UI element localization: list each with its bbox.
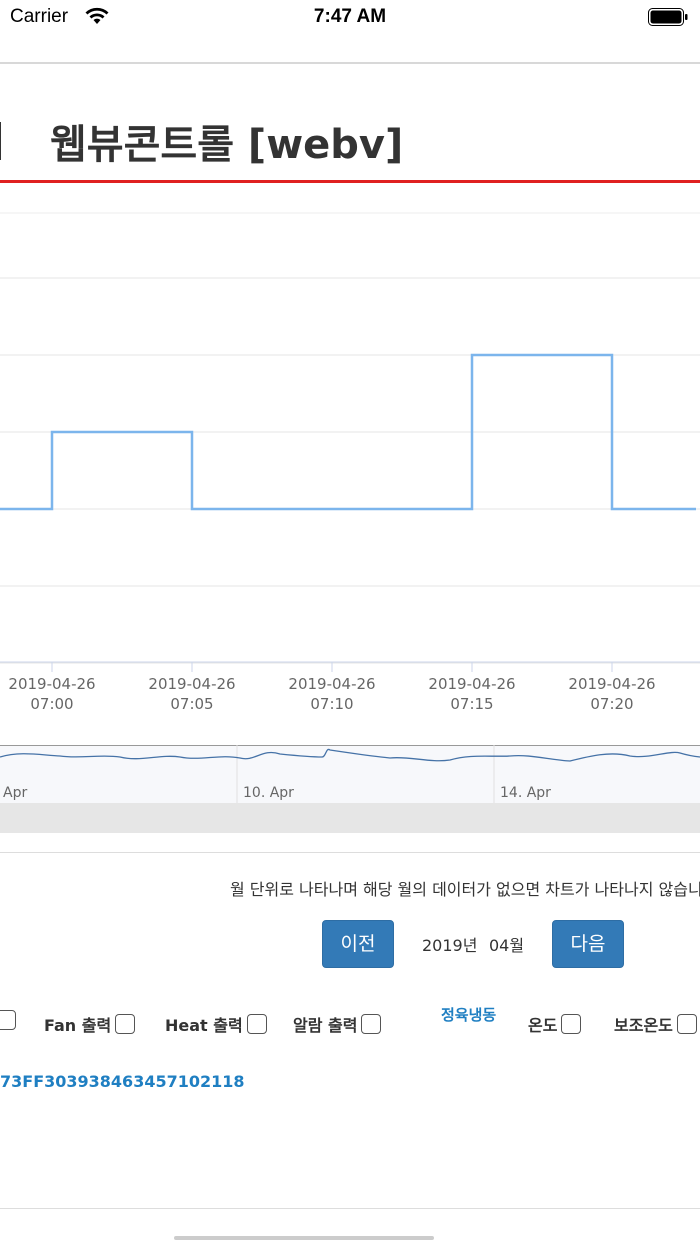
x-tick-label-date: 2019-04-26 xyxy=(428,675,515,693)
heat-checkbox[interactable] xyxy=(246,1014,267,1034)
x-axis-ticks: 2019-04-26 07:00 2019-04-26 07:05 2019-04-26… xyxy=(8,662,656,713)
x-tick-label-time: 07:15 xyxy=(450,695,493,713)
fan-option: Fan 출력 xyxy=(44,1012,136,1036)
heat-option: Heat 출력 xyxy=(165,1012,267,1036)
x-tick-label-time: 07:10 xyxy=(310,695,353,713)
x-tick-label-date: 2019-04-26 xyxy=(8,675,95,693)
partial-checkbox[interactable] xyxy=(0,1010,16,1030)
menu-edge[interactable] xyxy=(0,122,1,160)
step-line-chart[interactable]: 2019-04-26 07:00 2019-04-26 07:05 2019-04-26… xyxy=(0,190,700,730)
alarm-option: 알람 출력 xyxy=(293,1012,382,1036)
temp-option: 온도 xyxy=(528,1012,582,1036)
alarm-label: 알람 출력 xyxy=(293,1016,358,1035)
header-top-border xyxy=(0,62,700,64)
navigator-label: Apr xyxy=(3,785,27,801)
navigator-label: 14. Apr xyxy=(500,785,551,801)
aux-temp-checkbox[interactable] xyxy=(676,1014,697,1034)
fan-checkbox[interactable] xyxy=(115,1014,136,1034)
x-tick-label-date: 2019-04-26 xyxy=(148,675,235,693)
month-label: 04월 xyxy=(489,936,525,955)
device-serial-link[interactable]: 73FF303938463457102118 xyxy=(0,1072,245,1091)
aux-temp-option: 보조온도 xyxy=(614,1012,697,1036)
x-tick-label-date: 2019-04-26 xyxy=(288,675,375,693)
alarm-checkbox[interactable] xyxy=(361,1014,382,1034)
chart-gridlines xyxy=(0,212,700,664)
temp-label: 온도 xyxy=(528,1016,558,1035)
x-tick-label-date: 2019-04-26 xyxy=(568,675,655,693)
category-label: 정육냉동 xyxy=(441,1006,497,1024)
next-month-button[interactable]: 다음 xyxy=(552,920,624,968)
x-tick-label-time: 07:05 xyxy=(170,695,213,713)
section-divider xyxy=(0,852,700,853)
status-bar: Carrier 7:47 AM xyxy=(0,0,700,38)
home-indicator xyxy=(174,1236,434,1240)
clock: 7:47 AM xyxy=(313,6,387,27)
prev-month-button[interactable]: 이전 xyxy=(322,920,394,968)
year-label: 2019년 xyxy=(422,936,478,955)
chart-navigator[interactable]: Apr 10. Apr 14. Apr xyxy=(0,745,700,835)
title-underline xyxy=(0,180,700,183)
fan-label: Fan 출력 xyxy=(44,1016,112,1035)
aux-temp-label: 보조온도 xyxy=(614,1016,673,1035)
notice-text: 월 단위로 나타나며 해당 월의 데이터가 없으면 차트가 나타나지 않습니 xyxy=(230,880,700,899)
heat-label: Heat 출력 xyxy=(165,1016,243,1035)
navigator-background xyxy=(0,745,700,803)
bottom-divider xyxy=(0,1208,700,1209)
battery-icon xyxy=(648,8,688,26)
x-tick-label-time: 07:20 xyxy=(590,695,633,713)
temp-checkbox[interactable] xyxy=(561,1014,582,1034)
x-tick-label-time: 07:00 xyxy=(30,695,73,713)
navigator-label: 10. Apr xyxy=(243,785,294,801)
page-title: 웹뷰콘트롤 [webv] xyxy=(50,122,404,168)
navigator-scrollbar[interactable] xyxy=(0,803,700,833)
